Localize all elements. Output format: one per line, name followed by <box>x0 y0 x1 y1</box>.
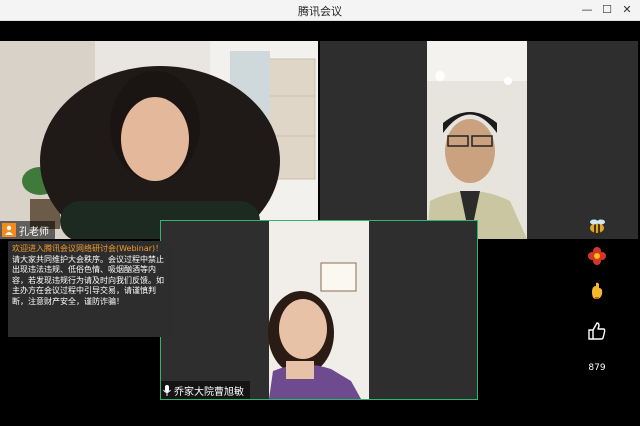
window-title: 腾讯会议 <box>298 5 342 18</box>
video-feed-host <box>0 41 318 239</box>
video-tile-bisa[interactable]: 比萨 <box>320 41 638 239</box>
participant-name-active-speaker: 乔家大院曹旭敏 <box>174 386 244 398</box>
video-tile-active-speaker[interactable]: 乔家大院曹旭敏 <box>160 220 478 400</box>
notice-highlight: 欢迎进入腾讯会议网络研讨会(Webinar)！ <box>12 244 164 253</box>
bee-icon[interactable] <box>583 217 611 237</box>
like-count: 879 <box>588 363 606 373</box>
hand-icon[interactable] <box>583 281 611 301</box>
participant-name-host: 孔老师 <box>19 226 49 238</box>
maximize-button[interactable]: ☐ <box>598 1 616 18</box>
close-button[interactable]: ✕ <box>618 1 636 18</box>
video-stage: 孔老师 比萨 <box>0 21 640 426</box>
thumbs-up-icon[interactable] <box>583 319 611 343</box>
mic-icon <box>163 384 171 396</box>
host-person-icon <box>2 223 16 237</box>
flower-icon[interactable] <box>583 246 611 266</box>
webinar-notice: 欢迎进入腾讯会议网络研讨会(Webinar)！ 请大家共同维护大会秩序。会议过程… <box>8 241 174 337</box>
notice-body: 请大家共同维护大会秩序。会议过程中禁止出现违法违规、低俗色情、吸烟酗酒等内容，若… <box>12 254 164 306</box>
video-feed-bisa <box>427 41 527 239</box>
title-bar: 腾讯会议 — ☐ ✕ <box>0 0 640 21</box>
video-feed-active-speaker <box>268 221 369 399</box>
minimize-button[interactable]: — <box>578 1 596 18</box>
participant-label-active-speaker: 乔家大院曹旭敏 <box>161 381 250 399</box>
participant-label-host: 孔老师 <box>0 221 55 239</box>
video-tile-host[interactable]: 孔老师 <box>0 41 318 239</box>
